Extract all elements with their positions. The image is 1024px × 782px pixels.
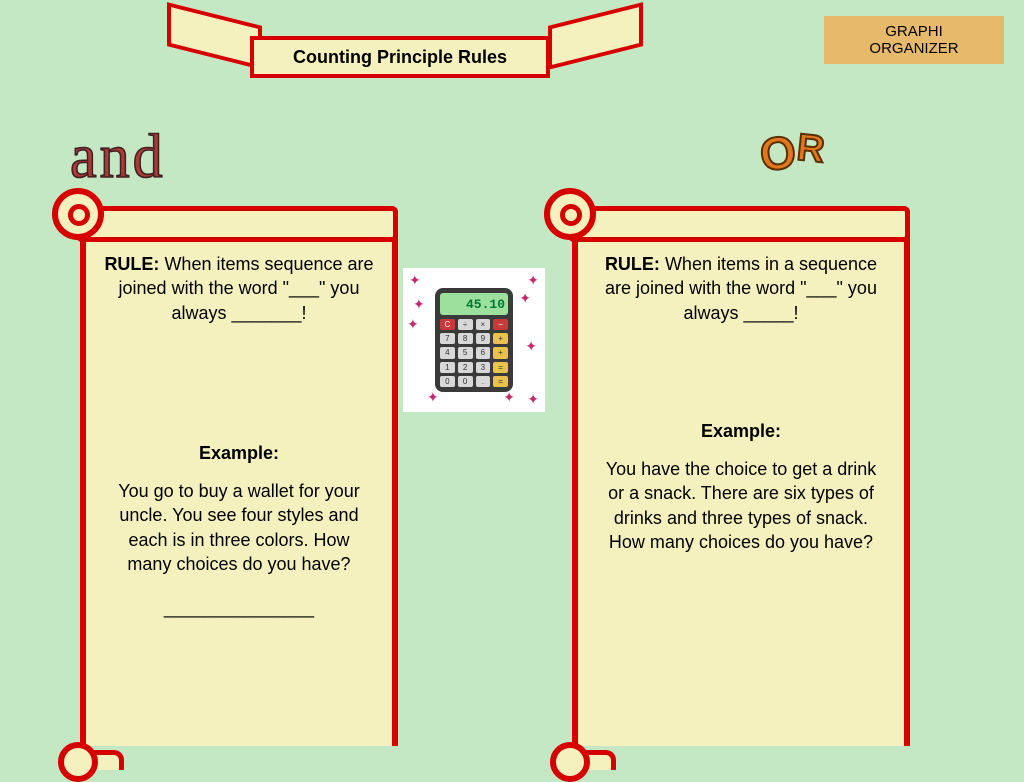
org-label-line1: GRAPHI	[885, 23, 943, 40]
star-icon: ✦	[527, 391, 539, 408]
star-icon: ✦	[527, 272, 539, 289]
right-rule: RULE: When items in a sequence are joine…	[596, 252, 886, 325]
heading-or-char1: O	[757, 124, 799, 182]
star-icon: ✦	[525, 338, 537, 355]
scroll-left: RULE: When items sequence are joined wit…	[58, 182, 398, 782]
left-rule-label: RULE:	[104, 254, 159, 274]
star-icon: ✦	[413, 296, 425, 313]
scroll-left-top	[58, 182, 398, 240]
title-banner: Counting Principle Rules	[195, 10, 615, 80]
calculator-display: 45.10	[440, 293, 508, 315]
star-icon: ✦	[519, 290, 531, 307]
right-example-label: Example:	[596, 419, 886, 443]
graphic-organizer-label: GRAPHI ORGANIZER	[824, 16, 1004, 64]
heading-or: OR	[760, 120, 825, 174]
star-icon: ✦	[409, 272, 421, 289]
scroll-right-body: RULE: When items in a sequence are joine…	[572, 236, 910, 746]
banner-ribbon-right	[548, 2, 643, 70]
calculator-clipart: ✦ ✦ ✦ ✦ ✦ ✦ ✦ ✦ ✦ 45.10 C÷×− 789+ 456+ 1…	[403, 268, 545, 412]
left-answer-blank: _______________	[104, 596, 374, 620]
scroll-left-bottom	[80, 746, 398, 782]
calculator-keypad: C÷×− 789+ 456+ 123= 00.=	[440, 319, 508, 387]
banner-ribbon-left	[167, 2, 262, 70]
left-example-text: You go to buy a wallet for your uncle. Y…	[104, 479, 374, 576]
right-example-text: You have the choice to get a drink or a …	[596, 457, 886, 554]
left-rule: RULE: When items sequence are joined wit…	[104, 252, 374, 325]
scroll-right-top	[550, 182, 910, 240]
left-example-label: Example:	[104, 441, 374, 465]
org-label-line2: ORGANIZER	[869, 40, 958, 57]
scroll-right: RULE: When items in a sequence are joine…	[550, 182, 910, 782]
banner-title: Counting Principle Rules	[250, 36, 550, 78]
heading-or-char2: R	[795, 127, 828, 173]
scroll-left-body: RULE: When items sequence are joined wit…	[80, 236, 398, 746]
star-icon: ✦	[503, 389, 515, 406]
scroll-right-bottom	[572, 746, 910, 782]
calculator-icon: 45.10 C÷×− 789+ 456+ 123= 00.=	[435, 288, 513, 392]
star-icon: ✦	[407, 316, 419, 333]
right-rule-label: RULE:	[605, 254, 660, 274]
star-icon: ✦	[427, 389, 439, 406]
